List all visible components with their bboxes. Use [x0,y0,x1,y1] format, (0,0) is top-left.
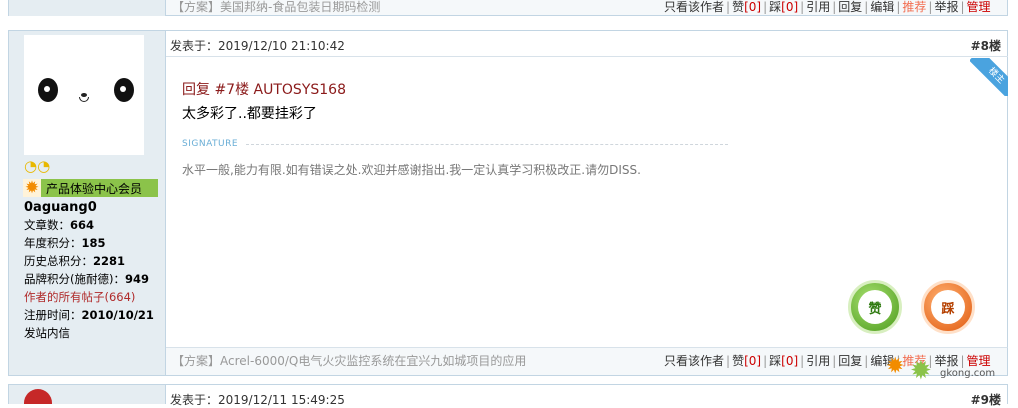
dislike-link[interactable]: 踩 [769,354,781,368]
signature-text: 水平一般,能力有限.如有错误之处.欢迎并感谢指出.我一定认真学习积极改正.请勿D… [182,163,641,177]
dislike-button[interactable]: 踩 [921,280,975,334]
dislike-link[interactable]: 踩 [769,0,781,14]
stat-articles: 文章数：664 [24,218,95,232]
like-button-label: 赞 [868,301,882,317]
avatar-mouth [79,97,89,102]
like-link[interactable]: 赞 [732,0,744,14]
user-level-icon: ◔◔ [24,157,51,175]
signature-divider [246,144,728,145]
all-posts-link[interactable]: 作者的所有帖子(664) [24,289,135,305]
gear-icon: ✹ [886,354,905,379]
reply-link[interactable]: 回复 [838,354,862,368]
prev-post-sidebar [8,0,166,16]
dislike-button-label: 踩 [941,301,955,317]
post-time: 发表于：2019/12/10 21:10:42 [170,39,345,53]
like-count: [0] [744,0,762,14]
prev-post-actions: 只看该作者 | 赞[0] | 踩[0] | 引用 | 回复 | 编辑 | 推荐 | 举报 | 管理 [664,0,991,14]
stat-register-date: 注册时间：2010/10/21 [24,308,154,322]
stat-annual-points: 年度积分：185 [24,236,106,250]
edit-link[interactable]: 编辑 [870,0,894,14]
gear-icon: ✹ [23,178,41,198]
signature-label: SIGNATURE [182,139,239,149]
quote-link[interactable]: 引用 [806,354,830,368]
floor-number[interactable]: #8楼 [971,37,1001,54]
reply-link[interactable]: 回复 [838,0,862,14]
stat-total-points: 历史总积分：2281 [24,254,126,268]
op-ribbon-label: 楼主 [970,58,1008,96]
avatar-eye-right [114,78,134,102]
like-count: [0] [744,354,762,368]
recommend-link[interactable]: 推荐 [902,0,926,14]
report-link[interactable]: 举报 [934,0,958,14]
like-button[interactable]: 赞 [848,280,902,334]
avatar-eye-left [38,78,58,102]
like-link[interactable]: 赞 [732,354,744,368]
floor-number[interactable]: #9楼 [971,391,1001,408]
gear-icon: ✹ [910,356,932,386]
username-link[interactable]: 0aguang0 [24,200,97,215]
post-time: 发表于：2019/12/11 15:49:25 [170,393,345,407]
quote-link[interactable]: 引用 [806,0,830,14]
only-author-link[interactable]: 只看该作者 [664,0,724,14]
watermark-text: gkong.com [940,368,996,379]
user-group-badge: ✹ 产品体验中心会员 [23,179,158,197]
manage-link[interactable]: 管理 [967,0,991,14]
dislike-count: [0] [781,354,799,368]
op-ribbon: 楼主 [970,58,1008,96]
site-watermark: ✹ ✹ gkong.com [886,352,1006,386]
dislike-count: [0] [781,0,799,14]
prev-plan-link[interactable]: 【方案】美国邦纳-食品包装日期码检测 [172,0,380,14]
user-group-label: 产品体验中心会员 [46,181,143,196]
only-author-link[interactable]: 只看该作者 [664,354,724,368]
footer-plan-link[interactable]: 【方案】Acrel-6000/Q电气火灾监控系统在宜兴九如城项目的应用 [172,354,526,368]
send-message-link[interactable]: 发站内信 [24,325,70,341]
post-content: 太多彩了..都要挂彩了 [182,106,317,122]
stat-brand-points: 品牌积分(施耐德)：949 [24,272,149,286]
reply-reference[interactable]: 回复 #7楼 AUTOSYS168 [182,79,346,99]
avatar[interactable] [24,35,144,155]
